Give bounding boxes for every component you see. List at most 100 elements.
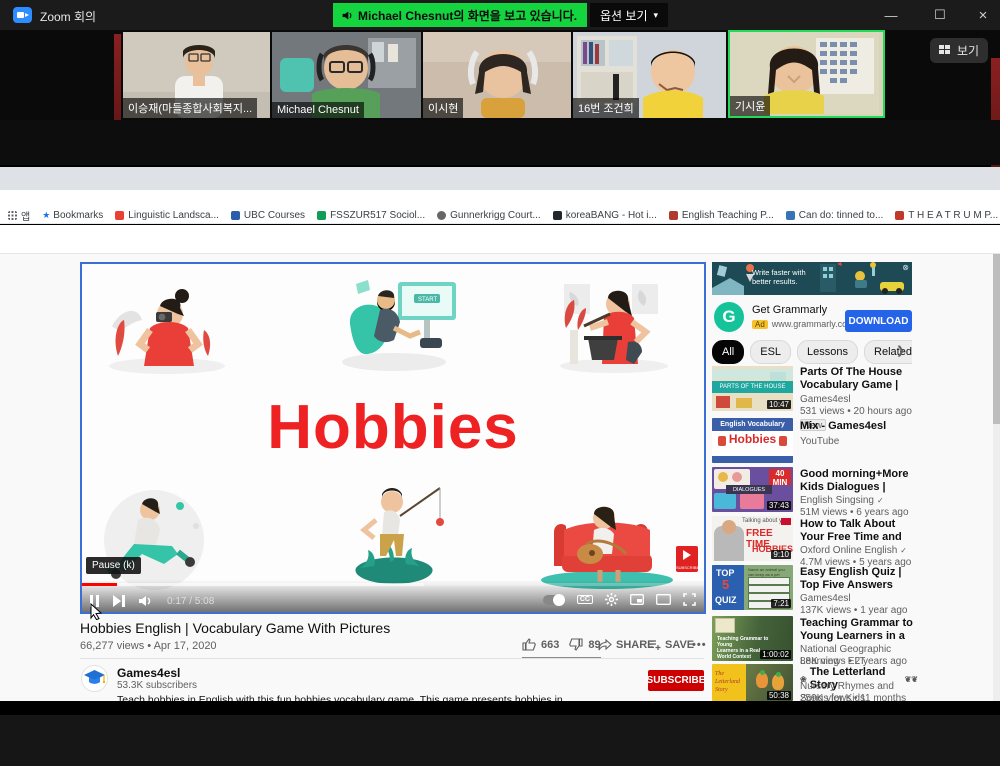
video-player[interactable]: START Hobbies bbox=[80, 262, 706, 614]
suggestion-channel-row[interactable]: Oxford Online English✓ bbox=[800, 545, 918, 557]
like-count[interactable]: 663 bbox=[541, 639, 559, 651]
suggestion-channel[interactable]: YouTube bbox=[800, 436, 918, 448]
suggestion-title[interactable]: Teaching Grammar to Young Learners in a … bbox=[800, 617, 918, 644]
favicon bbox=[231, 211, 240, 220]
subscribe-button[interactable]: SUBSCRIBE bbox=[648, 670, 704, 691]
suggestion-thumbnail[interactable]: 40 MIN DIALOGUES 37:43 bbox=[712, 467, 793, 512]
svg-text:START: START bbox=[418, 297, 437, 303]
page-scrollbar[interactable] bbox=[993, 254, 1000, 701]
share-button[interactable]: SHARE bbox=[598, 639, 655, 651]
ad-close-icon[interactable]: ⊗ bbox=[902, 263, 909, 272]
chip-esl[interactable]: ESL bbox=[750, 340, 791, 364]
apps-shortcut[interactable]: 앱 bbox=[8, 208, 30, 223]
autoplay-toggle[interactable] bbox=[543, 595, 565, 605]
illustration-fishing bbox=[326, 472, 462, 590]
speaker-icon bbox=[341, 9, 354, 22]
favicon bbox=[437, 211, 446, 220]
suggestion-title[interactable]: Mix - Games4esl bbox=[800, 420, 918, 433]
screen-share-banner: Michael Chesnut의 화면을 보고 있습니다. bbox=[333, 3, 587, 27]
save-label: SAVE bbox=[665, 639, 694, 651]
verified-badge-icon: ✓ bbox=[877, 495, 884, 507]
suggestion-thumbnail[interactable]: English Vocabulary Hobbies bbox=[712, 418, 793, 463]
ad-download-button[interactable]: DOWNLOAD bbox=[845, 310, 912, 332]
zoom-titlebar: Zoom 회의 Michael Chesnut의 화면을 보고 있습니다. 옵션… bbox=[0, 0, 1000, 30]
bookmark-label: Gunnerkrigg Court... bbox=[450, 210, 541, 221]
video-watermark[interactable]: SUBSCRIBE bbox=[676, 546, 698, 572]
suggestion-title[interactable]: Parts Of The House Vocabulary Game | Roo… bbox=[800, 366, 918, 393]
suggestion-thumbnail[interactable]: TOP 5 QUIZ Name an animal you can keep a… bbox=[712, 565, 793, 610]
save-button[interactable]: SAVE bbox=[648, 639, 694, 651]
zoom-toolbar: 음소거 비디오 중지 5 참가자 채팅 화면 공유 bbox=[0, 715, 1000, 766]
duration-badge: 50:38 bbox=[767, 691, 791, 700]
dislike-icon[interactable] bbox=[569, 638, 583, 651]
suggestion-channel: English Singsing bbox=[800, 495, 874, 507]
mouse-cursor bbox=[90, 603, 102, 620]
suggestion-thumbnail[interactable]: Teaching Grammar to YoungLearners in a R… bbox=[712, 616, 793, 661]
maximize-button[interactable]: ☐ bbox=[925, 4, 955, 26]
theater-mode-button[interactable] bbox=[656, 594, 671, 605]
suggestion-channel: Oxford Online English bbox=[800, 545, 897, 557]
channel-avatar[interactable] bbox=[81, 665, 108, 692]
suggestion-channel[interactable]: Games4esl bbox=[800, 394, 918, 406]
suggestion-channel[interactable]: Games4esl bbox=[800, 593, 918, 605]
video-tile-participant-4[interactable]: 16번 조건희 bbox=[573, 32, 726, 118]
bookmark-item[interactable]: ★Bookmarks bbox=[42, 210, 103, 221]
star-icon: ★ bbox=[42, 210, 50, 221]
miniplayer-button[interactable] bbox=[630, 594, 644, 605]
suggestion-title[interactable]: Easy English Quiz | Top Five Answers bbox=[800, 566, 918, 592]
suggestion-thumbnail[interactable]: TheLetterlandStory 50:38 bbox=[712, 664, 793, 701]
favicon bbox=[553, 211, 562, 220]
suggestion-channel-row[interactable]: English Singsing✓ bbox=[800, 495, 918, 507]
ad-title[interactable]: Get Grammarly bbox=[752, 304, 827, 316]
banner-options-button[interactable]: 옵션 보기 ▾ bbox=[590, 3, 668, 27]
video-tile-participant-5-active-speaker[interactable]: 기시윤 bbox=[728, 30, 885, 118]
chips-scroll-right-icon[interactable]: ❯ bbox=[896, 344, 905, 357]
thumb-text: 5 bbox=[722, 577, 729, 592]
bookmark-item[interactable]: Gunnerkrigg Court... bbox=[437, 210, 541, 221]
chip-all[interactable]: All bbox=[712, 340, 744, 364]
fullscreen-button[interactable] bbox=[683, 593, 696, 606]
ad-banner-text: Write faster with better results. bbox=[752, 268, 822, 286]
thumb-text: DIALOGUES bbox=[726, 485, 772, 494]
chip-lessons[interactable]: Lessons bbox=[797, 340, 858, 364]
video-tile-participant-3[interactable]: 이시현 bbox=[423, 32, 571, 118]
volume-icon[interactable] bbox=[139, 595, 153, 607]
bookmark-item[interactable]: UBC Courses bbox=[231, 210, 305, 221]
captions-button[interactable]: CC bbox=[577, 595, 593, 604]
suggestion-thumbnail[interactable]: Talking about your FREE TIME HOBBIES 9:1… bbox=[712, 516, 793, 561]
minimize-button[interactable]: — bbox=[876, 4, 906, 26]
suggestion-title[interactable]: Good morning+More Kids Dialogues | Learn… bbox=[800, 468, 918, 495]
thumb-text: QUIZ bbox=[715, 595, 737, 605]
like-icon[interactable] bbox=[522, 638, 536, 651]
bookmark-item[interactable]: Can do: tinned to... bbox=[786, 210, 884, 221]
video-tile-participant-2[interactable]: Michael Chesnut bbox=[272, 32, 421, 118]
view-layout-button[interactable]: 보기 bbox=[930, 38, 988, 63]
suggestion-meta: 531 views • 20 hours ago bbox=[800, 406, 918, 418]
suggestion-thumbnail[interactable]: PARTS OF THE HOUSE 10:47 bbox=[712, 366, 793, 411]
progress-bar[interactable] bbox=[82, 583, 704, 586]
favicon bbox=[115, 211, 124, 220]
participant-name: 16번 조건희 bbox=[573, 98, 639, 118]
channel-name[interactable]: Games4esl bbox=[117, 666, 180, 680]
bookmark-item[interactable]: Linguistic Landsca... bbox=[115, 210, 219, 221]
bookmark-item[interactable]: English Teaching P... bbox=[669, 210, 774, 221]
thumb-text: PARTS OF THE HOUSE bbox=[712, 381, 793, 393]
time-display: 0:17 / 5:08 bbox=[167, 596, 214, 607]
close-button[interactable]: × bbox=[968, 4, 998, 26]
more-actions-button[interactable]: ••• bbox=[692, 639, 707, 651]
suggestion-title[interactable]: How to Talk About Your Free Time and Hob… bbox=[800, 518, 918, 545]
next-button[interactable] bbox=[113, 595, 125, 607]
scrollbar-thumb[interactable] bbox=[993, 254, 1000, 424]
bookmark-label: koreaBANG - Hot i... bbox=[566, 210, 657, 221]
bookmark-label: UBC Courses bbox=[244, 210, 305, 221]
bookmark-item[interactable]: FSSZUR517 Sociol... bbox=[317, 210, 425, 221]
browser-toolbar: ← → youtube.com/watch?v=i7s9wWNkOpc ☆ ≡ … bbox=[0, 190, 1000, 207]
ad-banner[interactable]: Write faster with better results. ⊗ bbox=[712, 262, 912, 295]
bookmark-item[interactable]: koreaBANG - Hot i... bbox=[553, 210, 657, 221]
favicon bbox=[895, 211, 904, 220]
bookmark-label: Can do: tinned to... bbox=[799, 210, 884, 221]
settings-gear-icon[interactable] bbox=[605, 593, 618, 606]
bookmark-item[interactable]: T H E A T R U M P... bbox=[895, 210, 998, 221]
video-tile-participant-1[interactable]: 이승재(마들종합사회복지... bbox=[123, 32, 270, 118]
grid-view-icon bbox=[939, 45, 952, 56]
